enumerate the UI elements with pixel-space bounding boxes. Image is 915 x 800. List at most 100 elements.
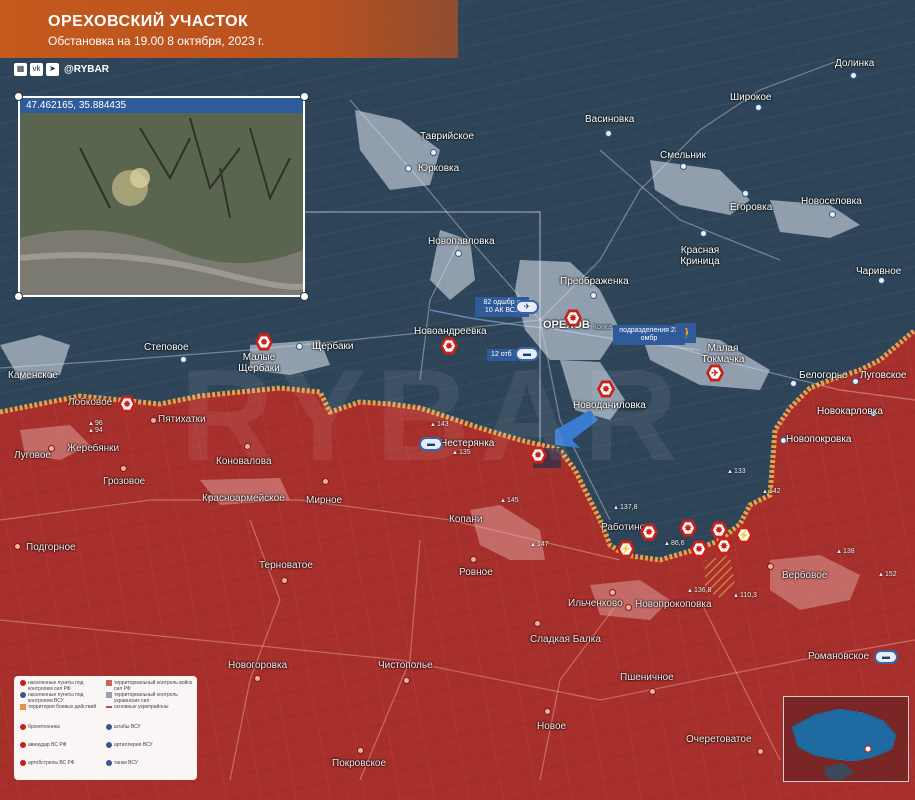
- settlement-marker: [757, 748, 764, 755]
- settlement-label: Романовское: [808, 651, 870, 662]
- ua-tank-icon[interactable]: ▬: [874, 650, 898, 664]
- minimap-shape: [784, 697, 908, 781]
- ua-unit-icon[interactable]: ✈: [515, 300, 539, 314]
- height-mark: 86,6: [664, 540, 685, 547]
- unit-tag: подразделения 23 омбр: [613, 325, 685, 345]
- height-mark: 142: [762, 488, 781, 495]
- legend-item: авиаудар ВС РФ: [28, 742, 67, 748]
- settlement-label: Луговское: [860, 370, 907, 381]
- settlement-marker: [281, 577, 288, 584]
- settlement-label: Копани: [449, 514, 483, 525]
- ua-tank-icon[interactable]: ▬: [419, 437, 443, 451]
- height-mark: 135: [452, 449, 471, 456]
- inset-handle[interactable]: [14, 92, 23, 101]
- settlement-marker: [649, 688, 656, 695]
- settlement-label: Красная Криница: [680, 245, 720, 267]
- settlement-marker: [605, 130, 612, 137]
- settlement-label: Малая Токмачка: [701, 343, 745, 365]
- legend-swatch: [20, 704, 26, 710]
- settlement-marker: [534, 620, 541, 627]
- settlement-marker: [150, 417, 157, 424]
- settlement-label: Каменское: [8, 370, 58, 381]
- settlement-label: Белогорье: [799, 370, 848, 381]
- settlement-marker: [852, 378, 859, 385]
- infantry-icon[interactable]: 🚶: [676, 323, 696, 343]
- settlement-marker: [590, 292, 597, 299]
- settlement-marker: [244, 443, 251, 450]
- legend-swatch: [106, 760, 112, 766]
- legend-swatch: [20, 742, 26, 748]
- settlement-marker: [322, 478, 329, 485]
- settlement-marker: [120, 465, 127, 472]
- settlement-label: Смельник: [660, 150, 706, 161]
- ua-tank-icon[interactable]: ▬: [515, 347, 539, 361]
- legend-swatch: [20, 724, 26, 730]
- settlement-label: Жеребянки: [67, 443, 120, 454]
- legend-swatch: [106, 692, 112, 698]
- vk-icon: vk: [30, 62, 43, 76]
- map-subtitle: Обстановка на 19.00 8 октября, 2023 г.: [48, 34, 265, 48]
- legend-item: бронетехника: [28, 724, 60, 730]
- settlement-marker: [357, 747, 364, 754]
- height-mark: 138: [836, 548, 855, 555]
- settlement-label: Новопрокоповка: [635, 599, 712, 610]
- settlement-label: Новоселовка: [801, 196, 862, 207]
- height-mark: 143: [430, 421, 449, 428]
- overview-minimap[interactable]: [783, 696, 909, 782]
- settlement-label: Новое: [537, 721, 567, 732]
- settlement-label: Лобковое: [68, 397, 113, 408]
- settlement-label: Чаривное: [856, 266, 902, 277]
- settlement-label: Пшеничное: [620, 672, 674, 683]
- legend-item: территория боевых действий: [28, 704, 97, 710]
- inset-image: [20, 98, 303, 295]
- height-mark: 147: [530, 541, 549, 548]
- settlement-label: Пятихатки: [158, 414, 206, 425]
- legend-item: территориальный контроль войск сил РФ: [114, 680, 193, 692]
- settlement-marker: [767, 563, 774, 570]
- settlement-label: Новопавловка: [428, 236, 495, 247]
- settlement-label: Егоровка: [730, 202, 773, 213]
- settlement-marker: [829, 211, 836, 218]
- settlement-label: Подгорное: [26, 542, 76, 553]
- settlement-marker: [180, 356, 187, 363]
- settlement-label: Мирное: [306, 495, 343, 506]
- settlement-label: Степовое: [144, 342, 189, 353]
- settlement-label: Коновалова: [216, 456, 272, 467]
- legend-item: населенные пункты под контролем сил РФ: [28, 680, 84, 692]
- inset-handle[interactable]: [300, 292, 309, 301]
- qr-code-icon: ▦: [14, 62, 27, 76]
- settlement-label: Щербаки: [312, 341, 354, 352]
- height-mark: 94: [88, 427, 103, 434]
- map-canvas[interactable]: RYBAR ОРЕХОВСКИЙ УЧАСТОК Обстановка на 1…: [0, 0, 915, 800]
- settlement-label: Преображенка: [560, 276, 629, 287]
- settlement-label: Новогоровка: [228, 660, 288, 671]
- settlement-label: Сладкая Балка: [530, 634, 601, 645]
- settlement-label: Новоданиловка: [573, 400, 646, 411]
- inset-handle[interactable]: [14, 292, 23, 301]
- settlement-marker: [742, 190, 749, 197]
- settlement-label: Терноватое: [259, 560, 313, 571]
- settlement-label: Долинка: [835, 58, 875, 69]
- settlement-label: Васиновка: [585, 114, 635, 125]
- legend-swatch: [106, 724, 112, 730]
- settlement-label: Юрковка: [418, 163, 460, 174]
- map-legend: населенные пункты под контролем сил РФ н…: [14, 676, 197, 780]
- settlement-label: Таврийское: [420, 131, 474, 142]
- inset-handle[interactable]: [300, 92, 309, 101]
- legend-item: населенные пункты под контролем ВСУ: [28, 692, 84, 704]
- height-mark: 136,8: [687, 587, 712, 594]
- settlement-marker: [254, 675, 261, 682]
- legend-swatch: [20, 692, 26, 698]
- settlement-label: Новоандреевка: [414, 326, 487, 337]
- settlement-marker: [878, 277, 885, 284]
- height-mark: 137,8: [613, 504, 638, 511]
- settlement-marker: [625, 604, 632, 611]
- settlement-marker: [405, 165, 412, 172]
- legend-swatch: [106, 680, 112, 686]
- height-mark: 152: [878, 571, 897, 578]
- settlement-marker: [403, 677, 410, 684]
- legend-swatch: [106, 706, 112, 708]
- legend-swatch: [20, 680, 26, 686]
- settlement-label: Новопокровка: [786, 434, 852, 445]
- settlement-marker: [700, 230, 707, 237]
